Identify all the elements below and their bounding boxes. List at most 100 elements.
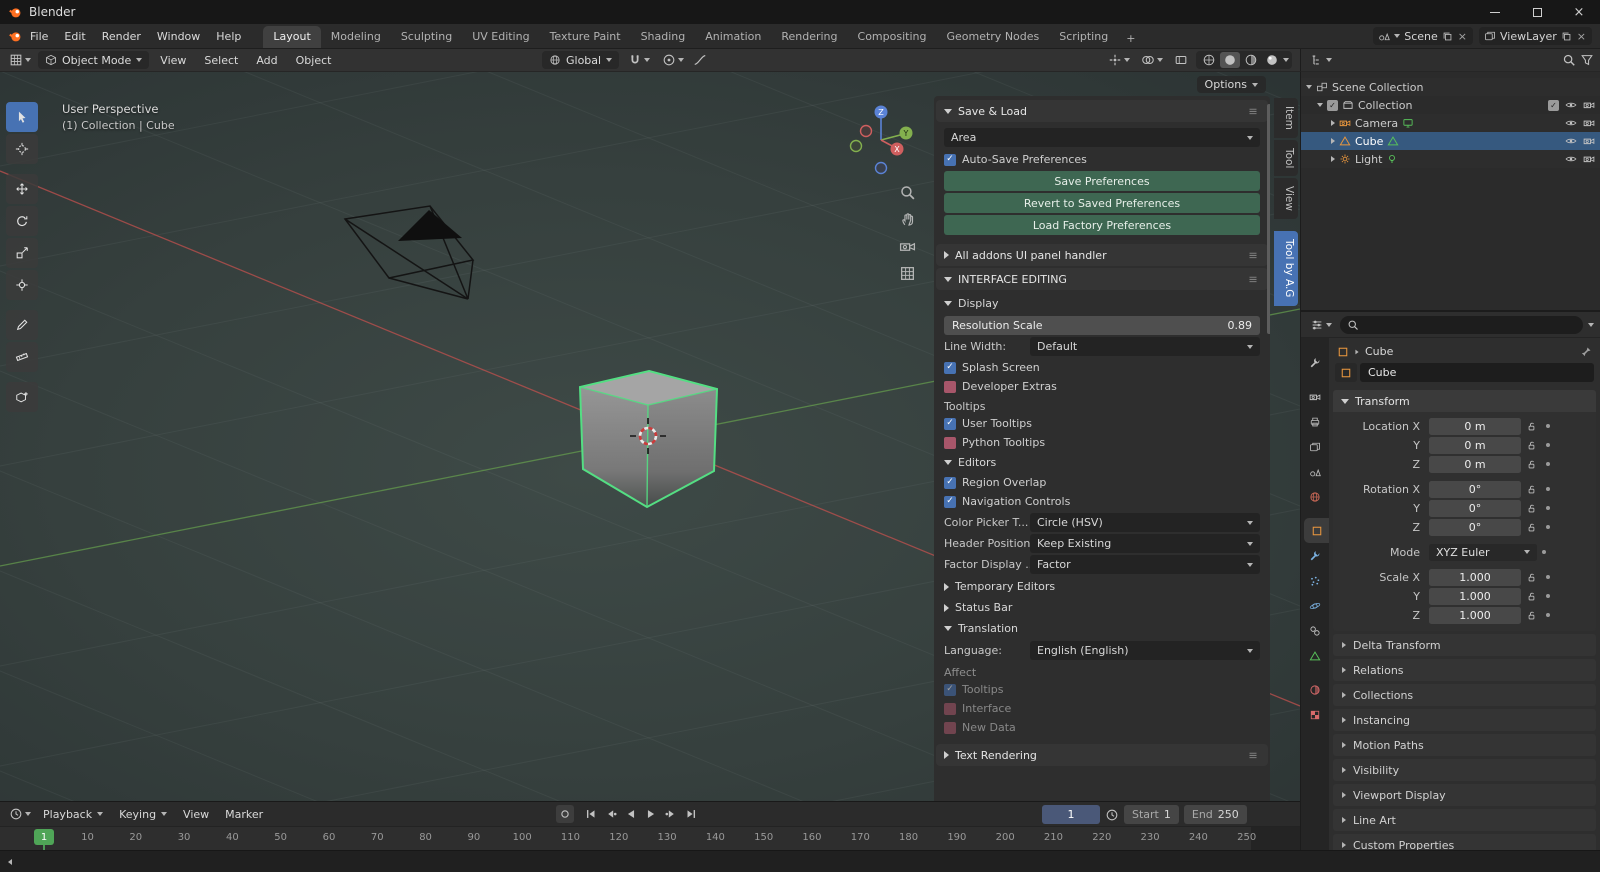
outliner-editor-type-button[interactable] (1307, 53, 1335, 67)
options-button[interactable]: Options (1196, 76, 1266, 93)
sidebar-tab-view[interactable]: View (1274, 178, 1298, 220)
eye-icon[interactable] (1565, 99, 1577, 111)
section-delta-transform[interactable]: Delta Transform (1333, 634, 1596, 656)
panel-scrollbar[interactable] (1267, 104, 1270, 334)
camera-visibility-icon[interactable] (1583, 117, 1595, 129)
menu-view[interactable]: View (153, 52, 193, 69)
shading-solid-button[interactable] (1220, 52, 1240, 68)
playback-popover[interactable]: Playback (36, 805, 110, 824)
show-gizmo-button[interactable] (1105, 53, 1133, 67)
outliner-row-collection[interactable]: ✓ Collection ✓ (1301, 96, 1600, 114)
scene-datablock[interactable]: Scene × (1373, 27, 1473, 45)
current-frame-marker[interactable]: 1 (34, 829, 54, 845)
camera-visibility-icon[interactable] (1583, 135, 1595, 147)
animate-dot[interactable] (1541, 575, 1555, 579)
shading-rendered-button[interactable] (1262, 52, 1282, 68)
animate-dot[interactable] (1541, 462, 1555, 466)
viewport-3d[interactable]: User Perspective (1) Collection | Cube Z… (0, 72, 1300, 801)
section-line-art[interactable]: Line Art (1333, 809, 1596, 831)
location-z-field[interactable]: 0 m (1429, 455, 1521, 473)
move-tool[interactable] (6, 174, 38, 204)
display-subpanel-header[interactable]: Display (942, 293, 1262, 314)
rotation-z-field[interactable]: 0° (1429, 518, 1521, 536)
python-tooltips-checkbox[interactable]: Python Tooltips (942, 433, 1262, 452)
line-width-dropdown[interactable]: Default (1030, 337, 1260, 356)
rotation-y-field[interactable]: 0° (1429, 499, 1521, 517)
tab-particles[interactable] (1301, 568, 1329, 593)
lock-icon[interactable] (1521, 421, 1541, 432)
tab-tool[interactable] (1301, 350, 1329, 375)
expand-chevron-icon[interactable] (1331, 138, 1335, 144)
shading-wireframe-button[interactable] (1199, 52, 1219, 68)
workspace-tab-compositing[interactable]: Compositing (848, 26, 937, 48)
cursor-tool[interactable] (6, 134, 38, 164)
properties-filter-chevron-icon[interactable] (1588, 322, 1594, 327)
outliner-row-cube[interactable]: Cube (1301, 132, 1600, 150)
mode-dropdown[interactable]: Object Mode (38, 51, 150, 69)
section-motion-paths[interactable]: Motion Paths (1333, 734, 1596, 756)
jump-to-end-button[interactable] (682, 805, 700, 823)
jump-to-start-button[interactable] (582, 805, 600, 823)
menu-file[interactable]: File (22, 27, 56, 46)
tab-constraints[interactable] (1301, 618, 1329, 643)
menu-select[interactable]: Select (197, 52, 245, 69)
panel-grip-icon[interactable] (1246, 248, 1260, 262)
rotate-tool[interactable] (6, 206, 38, 236)
sidebar-tab-item[interactable]: Item (1274, 98, 1298, 138)
camera-visibility-icon[interactable] (1583, 99, 1595, 111)
menu-edit[interactable]: Edit (56, 27, 93, 46)
animate-dot[interactable] (1541, 613, 1555, 617)
eye-icon[interactable] (1565, 153, 1577, 165)
timeline-ruler[interactable]: 1 10 20 30 40 50 60 70 80 90 100 110 120 130 140 150 16… (0, 827, 1300, 850)
scale-x-field[interactable]: 1.000 (1429, 568, 1521, 586)
zoom-icon[interactable] (899, 184, 916, 201)
outliner-row-light[interactable]: Light (1301, 150, 1600, 168)
auto-keying-button[interactable] (556, 805, 574, 823)
outliner-row-camera[interactable]: Camera (1301, 114, 1600, 132)
ortho-grid-icon[interactable] (899, 265, 916, 282)
transform-tool[interactable] (6, 270, 38, 300)
gizmo-negative-x[interactable] (859, 124, 873, 138)
pan-hand-icon[interactable] (899, 211, 916, 228)
panel-grip-icon[interactable] (1246, 272, 1260, 286)
viewlayer-datablock[interactable]: ViewLayer × (1479, 27, 1592, 45)
affect-tooltips-checkbox[interactable]: Tooltips (942, 680, 1262, 699)
language-dropdown[interactable]: English (English) (1030, 641, 1260, 660)
viewlayer-copy-icon[interactable] (1561, 31, 1572, 42)
panel-grip-icon[interactable] (1246, 748, 1260, 762)
animate-dot[interactable] (1541, 506, 1555, 510)
menu-window[interactable]: Window (149, 27, 208, 46)
workspace-tab-uv-editing[interactable]: UV Editing (462, 26, 539, 48)
location-x-field[interactable]: 0 m (1429, 417, 1521, 435)
section-relations[interactable]: Relations (1333, 659, 1596, 681)
workspace-tab-texture-paint[interactable]: Texture Paint (540, 26, 631, 48)
workspace-tab-animation[interactable]: Animation (695, 26, 771, 48)
camera-view-icon[interactable] (899, 238, 916, 255)
tab-render[interactable] (1301, 384, 1329, 409)
animate-dot[interactable] (1541, 487, 1555, 491)
transform-panel-header[interactable]: Transform (1333, 390, 1596, 412)
start-frame-field[interactable]: Start 1 (1124, 805, 1179, 824)
keying-popover[interactable]: Keying (112, 805, 174, 824)
lock-icon[interactable] (1521, 522, 1541, 533)
timeline-editor-type-button[interactable] (6, 807, 34, 821)
scroll-left-icon[interactable] (8, 858, 12, 865)
section-visibility[interactable]: Visibility (1333, 759, 1596, 781)
lock-icon[interactable] (1521, 503, 1541, 514)
show-overlays-button[interactable] (1138, 53, 1166, 67)
object-name-field[interactable]: Cube (1360, 363, 1594, 382)
editors-subpanel-header[interactable]: Editors (942, 452, 1262, 473)
tab-scene[interactable] (1301, 459, 1329, 484)
splash-screen-checkbox[interactable]: Splash Screen (942, 358, 1262, 377)
user-tooltips-checkbox[interactable]: User Tooltips (942, 414, 1262, 433)
location-y-field[interactable]: 0 m (1429, 436, 1521, 454)
navigation-controls-checkbox[interactable]: Navigation Controls (942, 492, 1262, 511)
animate-dot[interactable] (1541, 525, 1555, 529)
scale-z-field[interactable]: 1.000 (1429, 606, 1521, 624)
current-frame-field[interactable]: 1 (1042, 805, 1100, 824)
autosave-checkbox[interactable]: Auto-Save Preferences (942, 150, 1262, 169)
lock-icon[interactable] (1521, 591, 1541, 602)
viewlayer-unlink-icon[interactable]: × (1576, 30, 1587, 43)
workspace-tab-layout[interactable]: Layout (263, 26, 321, 48)
panel-grip-icon[interactable] (1246, 104, 1260, 118)
